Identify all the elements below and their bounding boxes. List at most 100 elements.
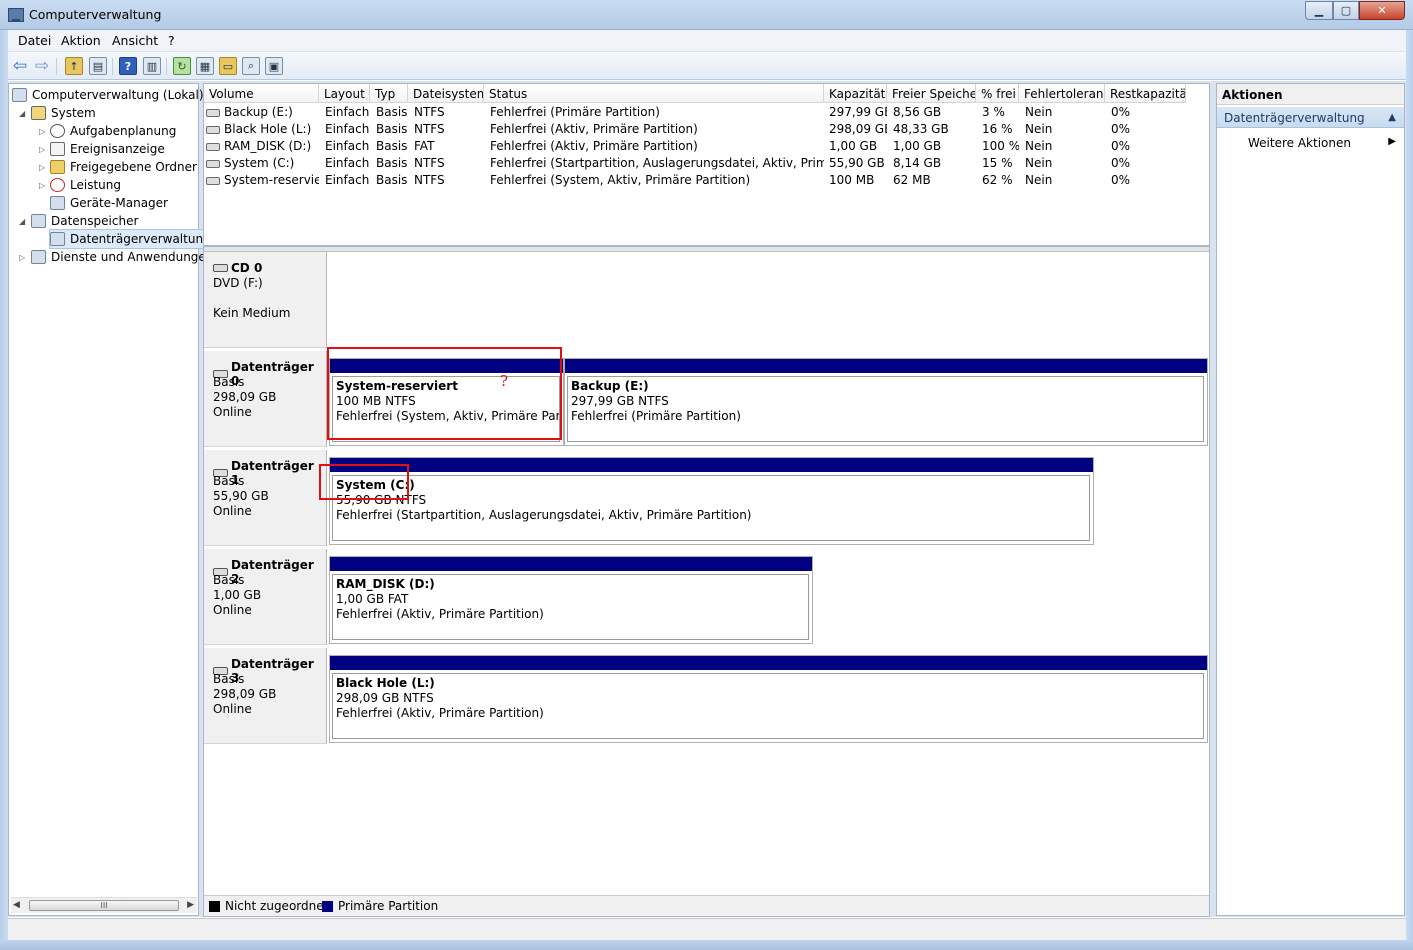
partition-black-hole[interactable]: Black Hole (L:) 298,09 GB NTFS Fehlerfre… bbox=[329, 655, 1208, 743]
disk-info-3[interactable]: Datenträger 3 Basis 298,09 GB Online bbox=[204, 648, 327, 744]
refresh-icon[interactable]: ↻ bbox=[173, 57, 191, 75]
col-prozent-frei[interactable]: % frei bbox=[976, 84, 1019, 103]
disk-area-1: System (C:) 55,90 GB NTFS Fehlerfrei (St… bbox=[328, 450, 1096, 549]
disk-area-3: Black Hole (L:) 298,09 GB NTFS Fehlerfre… bbox=[328, 648, 1208, 747]
partition-backup[interactable]: Backup (E:) 297,99 GB NTFS Fehlerfrei (P… bbox=[564, 358, 1208, 446]
tree-geraete-manager[interactable]: Geräte-Manager bbox=[50, 194, 168, 212]
cell-prozent-frei: 100 % bbox=[982, 139, 1019, 153]
collapse-icon[interactable]: ▷ bbox=[39, 145, 45, 154]
collapse-icon[interactable]: ▷ bbox=[39, 163, 45, 172]
partition-status: Fehlerfrei (Primäre Partition) bbox=[571, 409, 741, 423]
cell-fehlertoleranz: Nein bbox=[1025, 139, 1053, 153]
show-hide-action-pane-icon[interactable]: ▥ bbox=[143, 57, 161, 75]
back-arrow-icon[interactable]: ⇦ bbox=[11, 56, 29, 76]
window-title: Computerverwaltung bbox=[29, 7, 162, 22]
partition-system-c[interactable]: System (C:) 55,90 GB NTFS Fehlerfrei (St… bbox=[329, 457, 1094, 545]
table-row[interactable]: Backup (E:) bbox=[206, 105, 319, 122]
splitter[interactable] bbox=[204, 247, 1209, 252]
expand-icon[interactable]: ◢ bbox=[19, 109, 25, 118]
search-icon[interactable]: ⌕ bbox=[242, 57, 260, 75]
actions-section-disk-management[interactable]: Datenträgerverwaltung ▲ bbox=[1217, 107, 1404, 128]
tree-root[interactable]: Computerverwaltung (Lokal) bbox=[12, 86, 204, 104]
col-typ[interactable]: Typ bbox=[370, 84, 408, 103]
partition-ram-disk[interactable]: RAM_DISK (D:) 1,00 GB FAT Fehlerfrei (Ak… bbox=[329, 556, 813, 644]
tree-horizontal-scrollbar[interactable]: ◀ III ▶ bbox=[11, 897, 197, 913]
actions-header: Aktionen bbox=[1217, 84, 1404, 105]
col-volume[interactable]: Volume bbox=[204, 84, 319, 103]
performance-icon bbox=[50, 178, 65, 192]
tree-freigegebene-ordner[interactable]: Freigegebene Ordner bbox=[50, 158, 197, 176]
status-bar bbox=[8, 918, 1406, 940]
cell-kapazitaet: 1,00 GB bbox=[829, 139, 878, 153]
menu-ansicht[interactable]: Ansicht bbox=[112, 33, 158, 48]
show-hide-tree-icon[interactable]: ▤ bbox=[89, 57, 107, 75]
primary-partition-bar bbox=[330, 557, 812, 571]
services-icon bbox=[31, 250, 46, 264]
cell-volume: Backup (E:) bbox=[224, 105, 293, 119]
tree-leistung[interactable]: Leistung bbox=[50, 176, 121, 194]
col-dateisystem[interactable]: Dateisystem bbox=[408, 84, 484, 103]
partition-details: Backup (E:) 297,99 GB NTFS Fehlerfrei (P… bbox=[567, 376, 1204, 442]
close-button[interactable]: ✕ bbox=[1359, 1, 1405, 20]
disk-info-0[interactable]: Datenträger 0 Basis 298,09 GB Online bbox=[204, 351, 327, 447]
help-icon[interactable]: ? bbox=[119, 57, 137, 75]
settings-icon[interactable]: ▣ bbox=[265, 57, 283, 75]
menu-aktion[interactable]: Aktion bbox=[61, 33, 101, 48]
table-row[interactable]: System (C:) bbox=[206, 156, 319, 173]
window-frame-left bbox=[0, 30, 8, 940]
scroll-right-icon[interactable]: ▶ bbox=[187, 900, 194, 910]
disk-size: 1,00 GB bbox=[213, 588, 262, 602]
volume-icon bbox=[206, 142, 220, 151]
submenu-arrow-icon[interactable]: ▶ bbox=[1388, 136, 1396, 147]
table-row[interactable]: Black Hole (L:) bbox=[206, 122, 319, 139]
disk-info-1[interactable]: Datenträger 1 Basis 55,90 GB Online bbox=[204, 450, 327, 546]
scroll-left-icon[interactable]: ◀ bbox=[13, 900, 20, 910]
table-row[interactable]: System-reserviert bbox=[206, 173, 319, 190]
disk-info-2[interactable]: Datenträger 2 Basis 1,00 GB Online bbox=[204, 549, 327, 645]
tree-datentraegerverwaltung[interactable]: Datenträgerverwaltung bbox=[49, 229, 212, 249]
properties-icon[interactable]: ▦ bbox=[196, 57, 214, 75]
col-fehlertoleranz[interactable]: Fehlertoleranz bbox=[1019, 84, 1105, 103]
up-folder-icon[interactable]: ↑ bbox=[65, 57, 83, 75]
cell-freier-speicher: 62 MB bbox=[893, 173, 931, 187]
cell-freier-speicher: 8,14 GB bbox=[893, 156, 942, 170]
disk-name-label: Datenträger 2 bbox=[230, 558, 314, 586]
computer-icon bbox=[12, 88, 27, 102]
tree-dienste[interactable]: Dienste und Anwendungen bbox=[31, 248, 213, 266]
col-layout[interactable]: Layout bbox=[319, 84, 370, 103]
expand-icon[interactable]: ◢ bbox=[19, 217, 25, 226]
tree-ereignisanzeige[interactable]: Ereignisanzeige bbox=[50, 140, 165, 158]
disk-type: Basis bbox=[213, 672, 245, 686]
tree-system[interactable]: System bbox=[31, 104, 96, 122]
tree-datenspeicher[interactable]: Datenspeicher bbox=[31, 212, 138, 230]
menu-help[interactable]: ? bbox=[168, 33, 175, 48]
disk-name-label: CD 0 bbox=[231, 261, 263, 275]
clock-icon bbox=[50, 124, 65, 138]
collapse-up-icon[interactable]: ▲ bbox=[1388, 112, 1396, 123]
disk-size: 298,09 GB bbox=[213, 390, 277, 404]
col-restkapazitaet[interactable]: Restkapazität bbox=[1105, 84, 1186, 103]
cell-typ: Basis bbox=[376, 139, 408, 153]
scroll-thumb[interactable]: III bbox=[29, 900, 179, 911]
tree-aufgabenplanung[interactable]: Aufgabenplanung bbox=[50, 122, 176, 140]
cell-dateisystem: NTFS bbox=[414, 105, 445, 119]
menu-datei[interactable]: Datei bbox=[18, 33, 51, 48]
cell-layout: Einfach bbox=[325, 173, 370, 187]
cell-layout: Einfach bbox=[325, 139, 370, 153]
collapse-icon[interactable]: ▷ bbox=[39, 181, 45, 190]
col-freier-speicher[interactable]: Freier Speicher bbox=[887, 84, 976, 103]
legend-unallocated-swatch bbox=[209, 901, 220, 912]
minimize-button[interactable]: ▁ bbox=[1305, 1, 1333, 20]
col-status[interactable]: Status bbox=[484, 84, 824, 103]
collapse-icon[interactable]: ▷ bbox=[19, 253, 25, 262]
collapse-icon[interactable]: ▷ bbox=[39, 127, 45, 136]
maximize-button[interactable]: ▢ bbox=[1333, 1, 1359, 20]
table-row[interactable]: RAM_DISK (D:) bbox=[206, 139, 319, 156]
forward-arrow-icon[interactable]: ⇨ bbox=[33, 56, 51, 76]
cell-fehlertoleranz: Nein bbox=[1025, 122, 1053, 136]
col-kapazitaet[interactable]: Kapazität bbox=[824, 84, 887, 103]
open-folder-icon[interactable]: ▭ bbox=[219, 57, 237, 75]
more-actions[interactable]: Weitere Aktionen bbox=[1248, 136, 1351, 150]
disk-info-cd0[interactable]: CD 0 DVD (F:) Kein Medium bbox=[204, 252, 327, 348]
tree-leistung-label: Leistung bbox=[70, 178, 121, 192]
